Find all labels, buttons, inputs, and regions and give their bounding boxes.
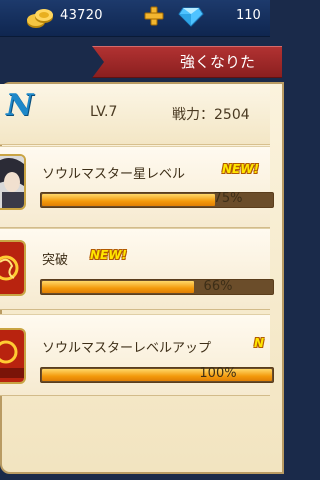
combat-power: 戦力：2504 bbox=[172, 107, 250, 123]
growth-row[interactable] bbox=[0, 228, 270, 310]
row-title: ソウルマスターレベルアップ bbox=[42, 341, 212, 356]
ribbon-notch bbox=[92, 46, 104, 78]
diamond-gem-icon bbox=[178, 7, 204, 27]
new-badge: NEW! bbox=[90, 248, 127, 262]
breakthrough-rune-icon bbox=[0, 240, 26, 296]
new-badge: NEW! bbox=[222, 162, 259, 176]
level-up-rune-icon bbox=[0, 328, 26, 384]
progress-percent: 66% bbox=[203, 279, 233, 294]
progress-percent: 100% bbox=[199, 366, 237, 381]
player-level: LV.7 bbox=[90, 104, 118, 120]
coin-count: 43720 bbox=[60, 8, 103, 23]
progress-bar-fill bbox=[42, 281, 194, 293]
brand-logo-letter: N bbox=[6, 88, 34, 123]
growth-row[interactable] bbox=[0, 146, 270, 228]
progress-bar-fill bbox=[42, 194, 215, 206]
row-title: ソウルマスター星レベル bbox=[42, 167, 186, 182]
new-badge: N bbox=[254, 336, 265, 350]
gem-count: 110 bbox=[236, 8, 261, 23]
soulmaster-portrait-icon bbox=[0, 154, 26, 210]
coin-stack-icon bbox=[27, 9, 53, 28]
ribbon-title: 強くなりた bbox=[180, 53, 256, 71]
row-title: 突破 bbox=[42, 253, 69, 268]
add-currency-plus-icon[interactable] bbox=[144, 6, 164, 26]
progress-percent: 75% bbox=[213, 191, 243, 206]
